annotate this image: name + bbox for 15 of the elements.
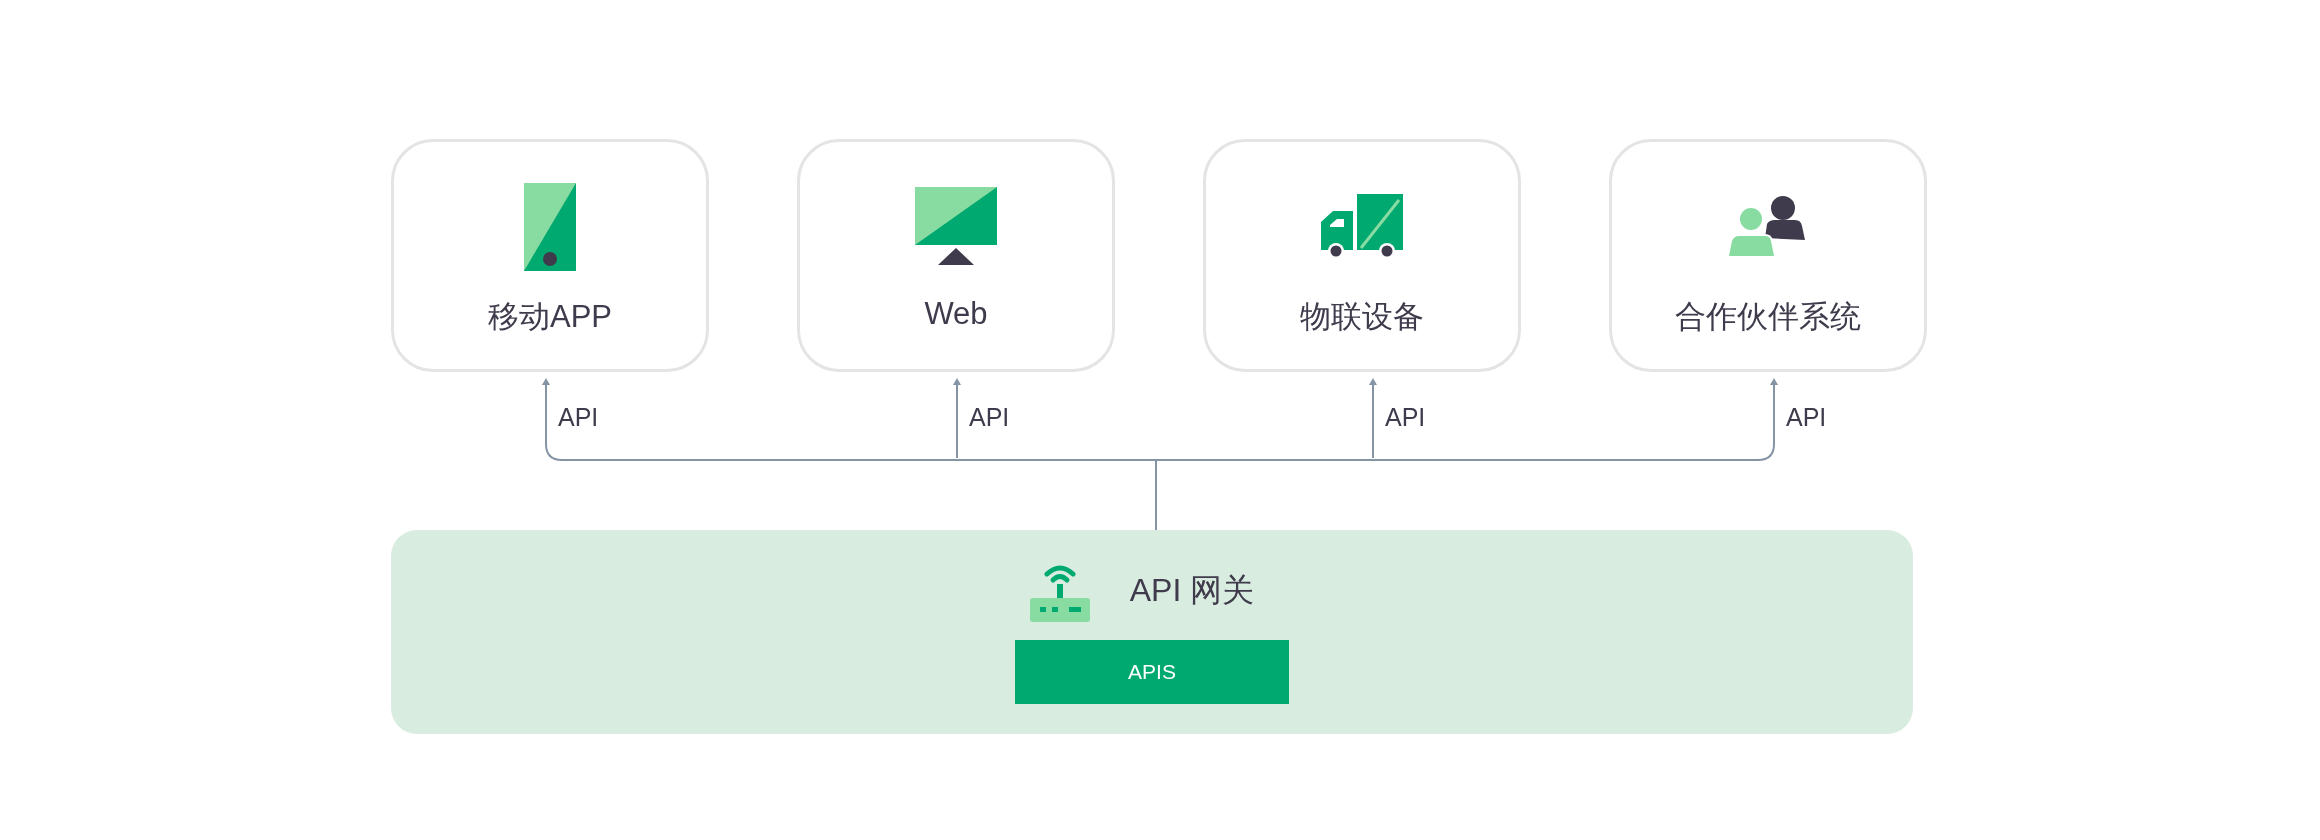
apis-block: APIS — [1015, 640, 1289, 704]
connection-label: API — [1786, 402, 1827, 432]
client-label: 合作伙伴系统 — [1675, 298, 1861, 336]
phone-icon — [524, 183, 576, 271]
connection-label: API — [558, 402, 599, 432]
connection-label: API — [1385, 402, 1426, 432]
connection-label: API — [969, 402, 1010, 432]
client-label: 移动APP — [488, 298, 612, 336]
truck-icon — [1321, 194, 1403, 260]
gateway-title: API 网关 — [1129, 571, 1255, 610]
arrow — [1770, 378, 1778, 445]
monitor-icon — [915, 187, 997, 267]
arrow — [542, 378, 550, 445]
client-label: 物联设备 — [1300, 298, 1424, 336]
client-label: Web — [924, 296, 988, 332]
